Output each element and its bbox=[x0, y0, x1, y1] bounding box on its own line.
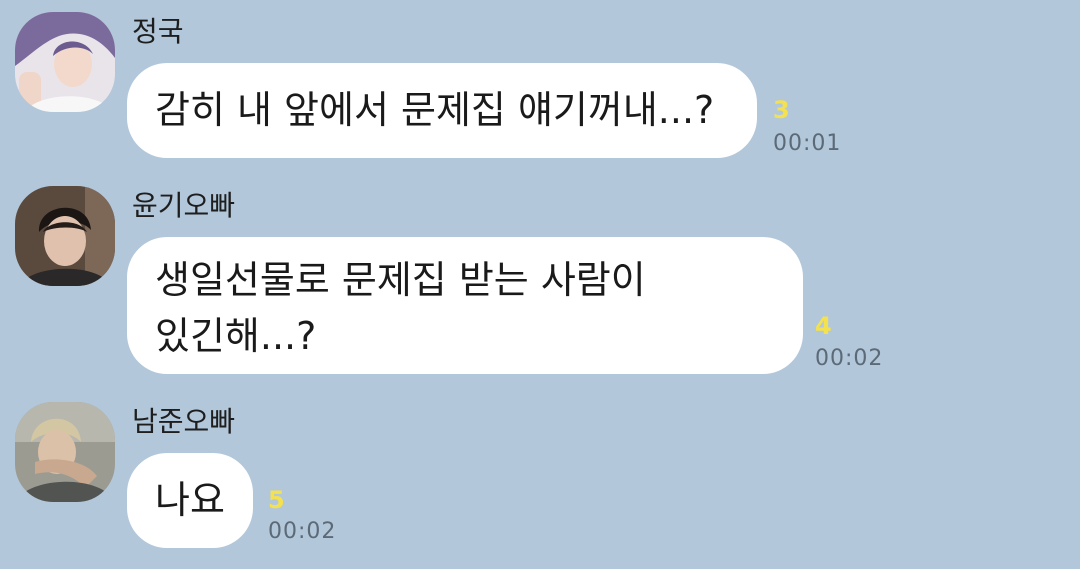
profile-photo-yoongi bbox=[15, 186, 115, 286]
message-text: 감히 내 앞에서 문제집 얘기꺼내...? bbox=[155, 88, 715, 132]
sender-name: 남준오빠 bbox=[132, 405, 236, 438]
message-bubble[interactable]: 감히 내 앞에서 문제집 얘기꺼내...? bbox=[127, 63, 757, 158]
profile-photo-namjoon bbox=[15, 402, 115, 502]
avatar[interactable] bbox=[15, 12, 115, 112]
unread-count-badge: 3 bbox=[773, 96, 790, 124]
sender-name: 윤기오빠 bbox=[132, 189, 236, 222]
message-timestamp: 00:01 bbox=[773, 131, 842, 156]
message-text-line-1: 생일선물로 문제집 받는 사람이 bbox=[155, 258, 646, 302]
message-text: 나요 bbox=[155, 478, 225, 522]
unread-count-badge: 5 bbox=[268, 486, 285, 514]
message-timestamp: 00:02 bbox=[815, 346, 884, 371]
message-timestamp: 00:02 bbox=[268, 519, 337, 544]
message-bubble[interactable]: 생일선물로 문제집 받는 사람이 있긴해...? bbox=[127, 237, 803, 374]
unread-count-badge: 4 bbox=[815, 312, 832, 340]
message-bubble[interactable]: 나요 bbox=[127, 453, 253, 548]
sender-name: 정국 bbox=[132, 15, 184, 48]
message-text-line-2: 있긴해...? bbox=[155, 314, 317, 358]
avatar[interactable] bbox=[15, 402, 115, 502]
avatar[interactable] bbox=[15, 186, 115, 286]
profile-photo-jungkook bbox=[15, 12, 115, 112]
